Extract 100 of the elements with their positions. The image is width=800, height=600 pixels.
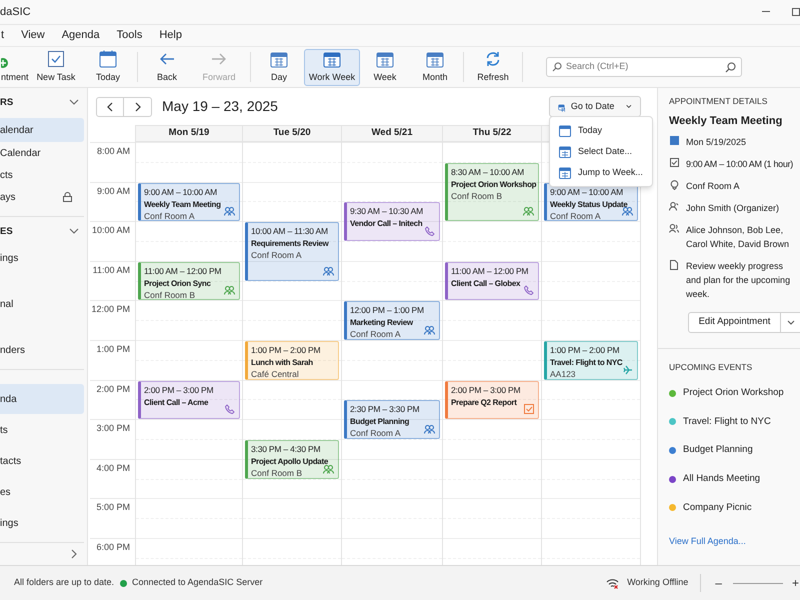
sidebar-item[interactable]: ings (0, 247, 84, 269)
upcoming-event[interactable]: Travel: Flight to NYC (683, 414, 771, 430)
detail-text: Alice Johnson, Bob Lee, Carol White, David Brown (686, 224, 790, 251)
detail-text: 9:00 AM – 10:00 AM (1 hour) (686, 158, 794, 171)
search-input[interactable]: Search (Ctrl+E) (566, 60, 721, 74)
detail-text: Mon 5/19/2025 (686, 136, 748, 149)
zoom-in-button[interactable]: + (792, 574, 800, 592)
calendar-icon (99, 50, 117, 68)
dropdown-button[interactable] (781, 312, 800, 333)
toolbar-button[interactable]: Work Week (304, 48, 360, 86)
airplane-icon (623, 364, 633, 375)
event-card[interactable]: 10:00 AM – 11:30 AM Requirements Review Conf Room A (245, 222, 339, 281)
connection-status: Connected to AgendaSIC Server (132, 576, 263, 590)
event-card[interactable]: 12:00 PM – 1:00 PM Marketing Review Conf Room A (344, 301, 440, 340)
menu-item[interactable]: View (20, 27, 46, 44)
event-card[interactable]: 11:00 AM – 12:00 PM Project Orion Sync Conf Room B (138, 262, 240, 300)
event-location: Conf Room A (251, 250, 302, 262)
nav-item[interactable]: es (0, 477, 84, 507)
event-time: 8:30 AM – 10:00 AM (451, 166, 524, 178)
upcoming-event[interactable]: Budget Planning (683, 443, 753, 458)
event-location: Conf Room A (350, 329, 401, 339)
toolbar-button[interactable]: Today (82, 48, 134, 86)
event-card[interactable]: 1:00 PM – 2:00 PM Travel: Flight to NYC AA123 (544, 341, 638, 380)
event-time: 9:00 AM – 10:00 AM (144, 186, 217, 198)
minimize-icon[interactable] (762, 11, 770, 13)
wifi-off-icon (606, 578, 620, 588)
section-heading: UPCOMING EVENTS (669, 361, 754, 373)
calendar-grid-icon (270, 50, 288, 68)
status-text: All folders are up to date. (14, 576, 116, 590)
search-icon (725, 62, 736, 72)
event-card[interactable]: 2:00 PM – 3:00 PM Client Call – Acme (138, 380, 240, 420)
people-icon (669, 224, 679, 233)
menu-item[interactable]: Help (158, 27, 183, 44)
upcoming-event[interactable]: Company Picnic (683, 500, 752, 515)
event-title: Client Call – Acme (144, 396, 208, 408)
toolbar-button[interactable]: Back (141, 48, 193, 86)
event-title: Travel: Flight to NYC (550, 357, 622, 368)
toolbar-button[interactable]: Day (254, 48, 304, 86)
upcoming-event[interactable]: Project Orion Workshop (683, 386, 784, 400)
event-title: Project Orion Sync (144, 278, 211, 289)
search-box[interactable]: Search (Ctrl+E) (546, 57, 742, 77)
calendar-grid-icon (323, 50, 341, 68)
menu-item[interactable]: Today (550, 120, 652, 141)
appointment-title: Weekly Team Meeting (669, 114, 784, 129)
event-card[interactable]: 9:30 AM – 10:30 AM Vendor Call – Initech (344, 202, 440, 241)
toolbar-button[interactable]: ntment (0, 48, 30, 86)
menu-item[interactable]: Jump to Week... (550, 162, 652, 183)
event-card[interactable]: 11:00 AM – 12:00 PM Client Call – Globex (445, 262, 539, 300)
detail-text: John Smith (Organizer) (686, 202, 780, 215)
next-button[interactable] (124, 96, 152, 116)
toolbar-button[interactable]: Refresh (467, 48, 519, 86)
menu-item[interactable]: Select Date... (550, 141, 652, 162)
chevron-right-icon (134, 102, 142, 112)
event-title: Client Call – Globex (451, 278, 520, 289)
people-icon (224, 286, 235, 296)
time-label: 11:00 AM (92, 266, 130, 277)
people-icon (323, 464, 334, 474)
calendar-check-icon (670, 158, 678, 167)
maximize-icon[interactable] (792, 8, 800, 16)
sidebar-item[interactable]: alendar (0, 118, 84, 142)
section-header[interactable]: ES (0, 217, 87, 247)
search-icon (552, 62, 562, 72)
edit-appointment-button[interactable]: Edit Appointment (688, 312, 781, 333)
go-to-date-dropdown[interactable]: Go to Date (549, 96, 641, 117)
nav-item[interactable]: ings (0, 508, 84, 538)
chevron-right-icon (69, 549, 79, 559)
event-location: Café Central (251, 369, 299, 379)
event-card[interactable]: 2:30 PM – 3:30 PM Budget Planning Conf Room A (344, 400, 440, 439)
sidebar-item[interactable]: ays (0, 186, 84, 208)
menu-item[interactable]: t (0, 27, 6, 44)
sidebar-item[interactable]: Calendar (0, 142, 84, 164)
previous-button[interactable] (96, 96, 124, 116)
menu-item[interactable]: Agenda (60, 27, 101, 44)
upcoming-event[interactable]: All Hands Meeting (683, 472, 760, 486)
event-card[interactable]: 9:00 AM – 10:00 AM Weekly Team Meeting Conf Room A (138, 182, 240, 222)
sidebar-item[interactable]: cts (0, 164, 84, 186)
sidebar-item[interactable]: nal (0, 293, 84, 315)
time-label: 2:00 PM (96, 384, 130, 396)
zoom-out-button[interactable]: – (713, 574, 724, 592)
event-title: Prepare Q2 Report (451, 396, 517, 408)
time-label: 10:00 AM (92, 226, 130, 238)
sidebar-item[interactable]: nders (0, 339, 84, 361)
nav-item[interactable]: nda (0, 384, 84, 414)
task-check-icon (524, 404, 534, 414)
event-time: 11:00 AM – 12:00 PM (144, 266, 222, 277)
event-time: 1:00 PM – 2:00 PM (251, 345, 320, 356)
menu-item[interactable]: Tools (116, 27, 144, 44)
event-card[interactable]: 3:30 PM – 4:30 PM Project Apollo Update Conf Room B (245, 440, 339, 479)
view-agenda-link[interactable]: View Full Agenda... (669, 534, 746, 548)
section-header[interactable]: RS (0, 88, 87, 118)
toolbar-button[interactable]: Week (360, 48, 410, 86)
nav-item[interactable]: ts (0, 415, 84, 445)
toolbar-button[interactable]: New Task (30, 48, 82, 86)
event-card[interactable]: 1:00 PM – 2:00 PM Lunch with Sarah Café Central (245, 341, 339, 380)
toolbar-button[interactable]: Month (410, 48, 460, 86)
event-title: Project Orion Workshop (451, 178, 536, 190)
people-icon (622, 207, 633, 216)
event-card[interactable]: 2:00 PM – 3:00 PM Prepare Q2 Report (445, 380, 539, 420)
event-card[interactable]: 8:30 AM – 10:00 AM Project Orion Workshop Conf Room B (445, 162, 539, 222)
nav-item[interactable]: tacts (0, 446, 84, 476)
